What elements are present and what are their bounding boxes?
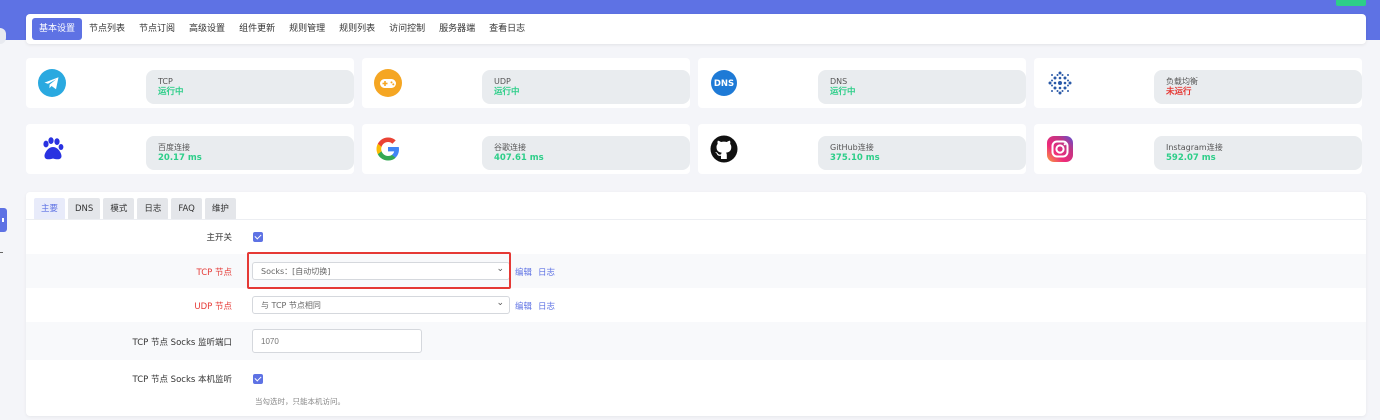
status-value: 407.61 ms [494, 153, 544, 163]
status-card-instagram: Instagram连接 592.07 ms [1034, 124, 1362, 174]
chevron-down-icon: ⌄ [496, 298, 504, 308]
tab-node-subscribe[interactable]: 节点订阅 [132, 18, 182, 40]
udp-node-label: UDP 节点 [194, 302, 232, 312]
udp-node-select-value: 与 TCP 节点相同 [261, 301, 321, 310]
baidu-paw-icon [43, 137, 64, 160]
tcp-node-log-link[interactable]: 日志 [538, 268, 555, 278]
status-card-udp: UDP 运行中 [362, 58, 690, 108]
dns-icon-text: DNS [714, 79, 734, 89]
status-value: 未运行 [1166, 87, 1192, 97]
status-value: 20.17 ms [158, 153, 202, 163]
status-pill: 负载均衡 未运行 [1154, 70, 1362, 104]
udp-node-log-link[interactable]: 日志 [538, 302, 555, 312]
status-value: 运行中 [830, 87, 856, 97]
tab-component-update[interactable]: 组件更新 [232, 18, 282, 40]
status-label: DNS [830, 77, 848, 86]
subtab-faq[interactable]: FAQ [171, 198, 202, 220]
subtab-dns[interactable]: DNS [68, 198, 101, 220]
telegram-icon [38, 69, 66, 97]
row-tcp-node: TCP 节点 Socks：[自动切换] ⌄ 编辑 日志 [26, 254, 1366, 288]
google-icon [376, 137, 399, 161]
settings-panel: 主要 DNS 模式 日志 FAQ 维护 主开关 TCP 节点 Socks：[自动… [26, 192, 1366, 416]
tcp-node-label: TCP 节点 [196, 268, 232, 278]
status-card-dns: DNS DNS 运行中 [698, 58, 1026, 108]
row-udp-node: UDP 节点 与 TCP 节点相同 ⌄ 编辑 日志 [26, 288, 1366, 322]
settings-subtabs: 主要 DNS 模式 日志 FAQ 维护 [34, 198, 236, 220]
udp-node-select[interactable]: 与 TCP 节点相同 ⌄ [252, 296, 510, 314]
header-action-button[interactable] [1336, 0, 1366, 6]
highlight-box [247, 252, 511, 289]
github-icon [710, 135, 738, 163]
status-cards-panel: TCP 运行中 UDP 运行中 DNS DNS 运行中 负载均衡 未运行 百度连… [26, 58, 1366, 178]
main-switch-label: 主开关 [206, 233, 232, 243]
socks-local-checkbox[interactable] [253, 374, 263, 384]
row-socks-port: TCP 节点 Socks 监听端口 [26, 322, 1366, 360]
tab-rule-manage[interactable]: 规则管理 [282, 18, 332, 40]
tcp-node-links: 编辑 日志 [515, 266, 561, 278]
status-pill: Instagram连接 592.07 ms [1154, 136, 1362, 170]
status-card-load-balance: 负载均衡 未运行 [1034, 58, 1362, 108]
tab-node-list[interactable]: 节点列表 [82, 18, 132, 40]
row-main-switch: 主开关 [26, 220, 1366, 254]
subtab-maintenance[interactable]: 维护 [204, 198, 236, 220]
status-label: GitHub连接 [830, 143, 874, 152]
status-label: Instagram连接 [1166, 143, 1223, 152]
tab-view-log[interactable]: 查看日志 [482, 18, 532, 40]
subtab-mode[interactable]: 模式 [103, 198, 135, 220]
tab-advanced-settings[interactable]: 高级设置 [182, 18, 232, 40]
status-pill: DNS 运行中 [818, 70, 1026, 104]
sidebar-edge [0, 28, 6, 44]
status-pill: TCP 运行中 [146, 70, 354, 104]
status-card-github: GitHub连接 375.10 ms [698, 124, 1026, 174]
status-label: TCP [158, 77, 173, 86]
tcp-node-edit-link[interactable]: 编辑 [515, 268, 532, 278]
socks-port-input[interactable] [252, 329, 422, 353]
main-switch-checkbox[interactable] [253, 232, 263, 242]
subtab-main[interactable]: 主要 [34, 198, 66, 220]
tab-rule-list[interactable]: 规则列表 [332, 18, 382, 40]
status-value: 375.10 ms [830, 153, 880, 163]
row-socks-local: TCP 节点 Socks 本机监听 当勾选时，只能本机访问。 [26, 360, 1366, 416]
status-card-google: 谷歌连接 407.61 ms [362, 124, 690, 174]
status-pill: UDP 运行中 [482, 70, 690, 104]
status-pill: GitHub连接 375.10 ms [818, 136, 1026, 170]
status-value: 运行中 [494, 87, 520, 97]
status-value: 592.07 ms [1166, 153, 1216, 163]
status-pill: 谷歌连接 407.61 ms [482, 136, 690, 170]
subtab-log[interactable]: 日志 [137, 198, 169, 220]
instagram-icon [1047, 136, 1073, 162]
status-label: 负载均衡 [1166, 77, 1198, 86]
tab-basic-settings[interactable]: 基本设置 [32, 18, 83, 40]
udp-node-edit-link[interactable]: 编辑 [515, 302, 532, 312]
dns-icon: DNS [711, 70, 737, 96]
load-balance-icon [1048, 71, 1072, 95]
sidebar-toggle-button[interactable] [0, 208, 7, 232]
socks-local-label: TCP 节点 Socks 本机监听 [132, 375, 232, 385]
udp-node-links: 编辑 日志 [515, 300, 561, 312]
main-nav-tabs: 基本设置 节点列表 节点订阅 高级设置 组件更新 规则管理 规则列表 访问控制 … [26, 14, 1366, 44]
socks-local-hint: 当勾选时，只能本机访问。 [255, 397, 345, 406]
tab-access-control[interactable]: 访问控制 [382, 18, 432, 40]
status-label: 百度连接 [158, 143, 190, 152]
status-card-tcp: TCP 运行中 [26, 58, 354, 108]
status-label: 谷歌连接 [494, 143, 526, 152]
tab-server[interactable]: 服务器端 [432, 18, 482, 40]
status-label: UDP [494, 77, 511, 86]
status-value: 运行中 [158, 87, 184, 97]
gamepad-icon [374, 69, 402, 97]
socks-port-label: TCP 节点 Socks 监听端口 [132, 338, 232, 348]
status-card-baidu: 百度连接 20.17 ms [26, 124, 354, 174]
status-pill: 百度连接 20.17 ms [146, 136, 354, 170]
sidebar-divider [0, 252, 3, 253]
